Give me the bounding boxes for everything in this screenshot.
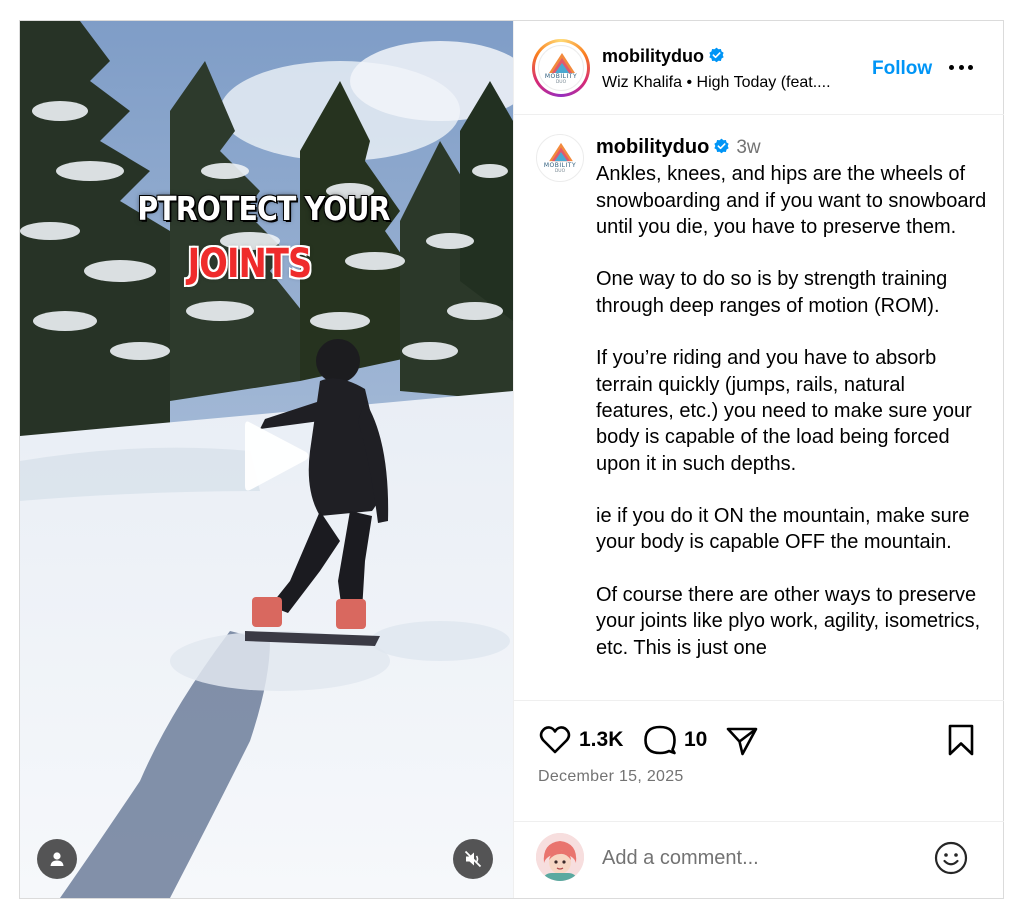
logo-subtext: DUO xyxy=(555,80,567,85)
comment-count[interactable]: 10 xyxy=(684,728,707,752)
speaker-muted-icon xyxy=(464,850,482,868)
logo-wordmark: MOBILITY xyxy=(544,73,578,80)
bookmark-icon xyxy=(948,724,974,756)
share-button[interactable] xyxy=(725,723,759,757)
post-details-panel: MOBILITY DUO mobilityduo Wiz Khalifa • H… xyxy=(513,21,1004,898)
like-button[interactable]: 1.3K xyxy=(538,723,623,757)
current-user-avatar xyxy=(536,833,584,881)
mountain-logo-icon xyxy=(549,53,575,73)
verified-badge-icon xyxy=(714,138,729,154)
user-tag-button[interactable] xyxy=(37,839,77,879)
logo-subtext: DUO xyxy=(554,169,566,174)
caption-paragraph: ie if you do it ON the mountain, make su… xyxy=(596,505,970,554)
video-caption-line-1: PTROTECT YOUR xyxy=(137,189,390,228)
comment-bubble-icon xyxy=(644,725,676,755)
logo-wordmark: MOBILITY xyxy=(543,162,577,169)
caption-username[interactable]: mobilityduo xyxy=(596,136,709,158)
mountain-logo-icon xyxy=(549,142,573,162)
avatar: MOBILITY DUO xyxy=(538,45,584,91)
profile-avatar-story-ring[interactable]: MOBILITY DUO xyxy=(532,39,590,97)
video-player[interactable]: PTROTECT YOUR JOINTS xyxy=(20,21,513,898)
caption-paragraph: Of course there are other ways to preser… xyxy=(596,584,981,659)
post-container: PTROTECT YOUR JOINTS MOBILITY DUO mobili… xyxy=(19,20,1004,899)
user-tag-icon xyxy=(50,852,64,866)
caption-paragraph: If you’re riding and you have to absorb … xyxy=(596,347,972,475)
post-age[interactable]: 3w xyxy=(736,137,760,158)
like-count[interactable]: 1.3K xyxy=(579,728,623,752)
caption-avatar[interactable]: MOBILITY DUO xyxy=(536,134,584,182)
save-button[interactable] xyxy=(944,723,978,757)
play-icon[interactable] xyxy=(223,408,319,504)
paper-plane-icon xyxy=(726,727,758,756)
emoji-icon[interactable] xyxy=(933,840,969,876)
cartoon-avatar-icon xyxy=(536,833,584,881)
post-date[interactable]: December 15, 2025 xyxy=(538,768,684,786)
heart-icon xyxy=(539,726,571,754)
header-username-row[interactable]: mobilityduo xyxy=(602,46,725,67)
more-options-icon[interactable] xyxy=(946,55,976,79)
video-caption-line-2: JOINTS xyxy=(187,241,313,287)
post-header: MOBILITY DUO mobilityduo Wiz Khalifa • H… xyxy=(514,21,1004,115)
comment-input[interactable] xyxy=(602,844,902,872)
caption-text: mobilityduo 3w Ankles, knees, and hips a… xyxy=(596,134,988,687)
verified-badge-icon xyxy=(709,47,724,63)
action-bar: 1.3K 10 December 15, 2025 xyxy=(514,700,1004,821)
caption-paragraph: One way to do so is by strength training… xyxy=(596,268,948,317)
comment-button[interactable]: 10 xyxy=(643,723,707,757)
follow-button[interactable]: Follow xyxy=(872,58,932,80)
audio-track-link[interactable]: Wiz Khalifa • High Today (feat.... xyxy=(602,74,872,92)
add-comment-bar xyxy=(514,821,1004,898)
caption-area: MOBILITY DUO mobilityduo 3w Ankles, knee… xyxy=(514,116,1004,699)
header-username[interactable]: mobilityduo xyxy=(602,46,704,66)
mute-toggle-button[interactable] xyxy=(453,839,493,879)
caption-paragraph: Ankles, knees, and hips are the wheels o… xyxy=(596,163,987,238)
